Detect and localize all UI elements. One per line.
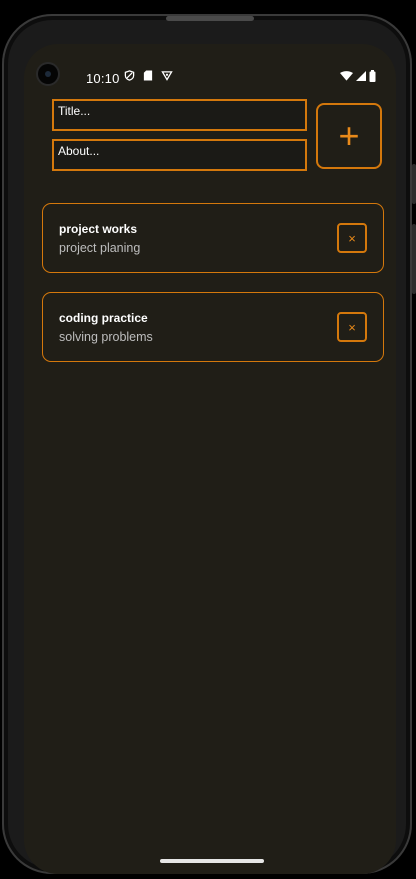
data-saver-icon bbox=[161, 71, 173, 81]
home-indicator[interactable] bbox=[160, 859, 264, 863]
close-icon: × bbox=[348, 319, 356, 335]
delete-task-button[interactable]: × bbox=[337, 223, 367, 253]
status-icons-left bbox=[124, 70, 173, 81]
close-icon: × bbox=[348, 230, 356, 246]
title-input[interactable] bbox=[54, 101, 305, 129]
status-time: 10:10 bbox=[86, 71, 120, 86]
title-input-box bbox=[52, 99, 307, 131]
volume-button bbox=[412, 224, 416, 294]
task-about: project planing bbox=[59, 241, 141, 255]
plus-icon: + bbox=[338, 115, 360, 156]
battery-icon bbox=[369, 70, 376, 82]
task-title: project works bbox=[59, 222, 138, 236]
app-screen: 10:10 Title... About... + project works … bbox=[24, 44, 396, 874]
wifi-icon bbox=[340, 71, 353, 81]
add-task-button[interactable]: + bbox=[316, 103, 382, 169]
shield-icon bbox=[124, 70, 135, 81]
earpiece-speaker bbox=[166, 16, 254, 21]
task-title: coding practice bbox=[59, 311, 148, 325]
about-input-box bbox=[52, 139, 307, 171]
task-card: project works project planing × bbox=[42, 203, 384, 273]
status-icons-right bbox=[340, 70, 376, 82]
power-button bbox=[412, 164, 416, 204]
task-card: coding practice solving problems × bbox=[42, 292, 384, 362]
signal-icon bbox=[356, 71, 366, 81]
task-about: solving problems bbox=[59, 330, 153, 344]
front-camera bbox=[38, 64, 58, 84]
about-input[interactable] bbox=[54, 141, 305, 169]
sd-card-icon bbox=[143, 70, 153, 81]
phone-frame: 10:10 Title... About... + project works … bbox=[2, 14, 416, 874]
delete-task-button[interactable]: × bbox=[337, 312, 367, 342]
